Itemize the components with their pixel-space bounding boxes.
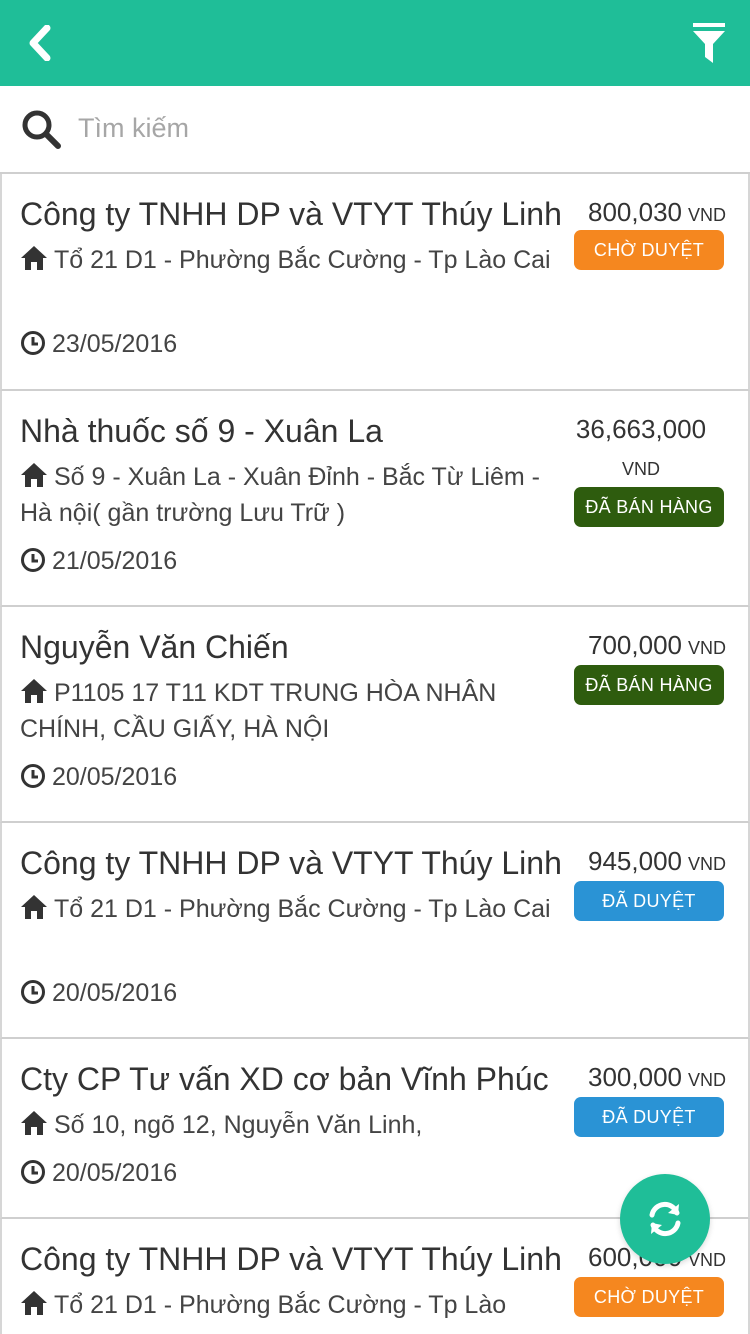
clock-icon — [20, 547, 46, 573]
home-icon — [20, 678, 48, 704]
amount-value: 800,030 — [588, 197, 682, 227]
chevron-left-icon — [29, 25, 51, 61]
address-text: Tổ 21 D1 - Phường Bắc Cường - Tp Lào Cai — [54, 246, 551, 274]
customer-address: Tổ 21 D1 - Phường Bắc Cường - Tp Lào Cai — [20, 242, 568, 278]
clock-icon — [20, 979, 46, 1005]
filter-button[interactable] — [686, 20, 732, 66]
customer-name: Công ty TNHH DP và VTYT Thúy Linh — [20, 845, 562, 881]
status-badge: CHỜ DUYỆT — [574, 230, 724, 270]
customer-address: Số 9 - Xuân La - Xuân Đỉnh - Bắc Từ Liêm… — [20, 459, 568, 531]
clock-icon — [20, 330, 46, 356]
status-badge: ĐÃ DUYỆT — [574, 1097, 724, 1137]
home-icon — [20, 894, 48, 920]
home-icon — [20, 462, 48, 488]
search-input[interactable] — [78, 100, 718, 156]
status-badge: ĐÃ BÁN HÀNG — [574, 665, 724, 705]
order-amount: 300,000 VND — [556, 1061, 726, 1096]
order-date: 21/05/2016 — [20, 543, 177, 579]
currency-label: VND — [621, 459, 660, 479]
filter-icon — [693, 23, 725, 63]
status-badge: ĐÃ BÁN HÀNG — [574, 487, 724, 527]
back-button[interactable] — [18, 22, 60, 64]
home-icon — [20, 1110, 48, 1136]
customer-address: P1105 17 T11 KDT TRUNG HÒA NHÂN CHÍNH, C… — [20, 675, 568, 747]
home-icon — [20, 1290, 48, 1316]
order-date: 20/05/2016 — [20, 1155, 177, 1191]
clock-icon — [20, 763, 46, 789]
amount-value: 300,000 — [588, 1062, 682, 1092]
order-list-item[interactable]: Công ty TNHH DP và VTYT Thúy Linh Tổ 21 D… — [0, 174, 750, 391]
order-list-item[interactable]: Nguyễn Văn Chiến P1105 17 T11 KDT TRUNG H… — [0, 607, 750, 823]
currency-label: VND — [687, 205, 726, 225]
address-text: Tổ 21 D1 - Phường Bắc Cường - Tp Lào Cai — [54, 895, 551, 923]
order-date: 23/05/2016 — [20, 326, 177, 362]
date-text: 20/05/2016 — [52, 1159, 178, 1187]
customer-address: Tổ 21 D1 - Phường Bắc Cường - Tp Lào — [20, 1287, 568, 1323]
order-amount: 945,000 VND — [556, 845, 726, 880]
home-icon — [20, 245, 48, 271]
currency-label: VND — [687, 854, 726, 874]
customer-name: Cty CP Tư vấn XD cơ bản Vĩnh Phúc — [20, 1061, 549, 1097]
status-badge: CHỜ DUYỆT — [574, 1277, 724, 1317]
date-text: 23/05/2016 — [52, 330, 178, 358]
customer-address: Số 10, ngõ 12, Nguyễn Văn Linh, — [20, 1107, 568, 1143]
date-text: 20/05/2016 — [52, 979, 178, 1007]
clock-icon — [20, 1159, 46, 1185]
customer-name: Công ty TNHH DP và VTYT Thúy Linh — [20, 1241, 562, 1277]
amount-value: 945,000 — [588, 846, 682, 876]
search-icon — [22, 110, 61, 149]
search-bar — [0, 86, 750, 174]
order-amount: 36,663,000 VND — [556, 413, 726, 485]
customer-name: Nhà thuốc số 9 - Xuân La — [20, 413, 383, 449]
order-amount: 800,030 VND — [556, 196, 726, 231]
status-badge: ĐÃ DUYỆT — [574, 881, 724, 921]
order-date: 20/05/2016 — [20, 759, 177, 795]
address-text: Số 10, ngõ 12, Nguyễn Văn Linh, — [54, 1111, 423, 1139]
order-date: 20/05/2016 — [20, 975, 177, 1011]
currency-label: VND — [687, 1070, 726, 1090]
customer-name: Nguyễn Văn Chiến — [20, 629, 289, 665]
currency-label: VND — [687, 638, 726, 658]
order-list-item[interactable]: Nhà thuốc số 9 - Xuân La Số 9 - Xuân La -… — [0, 391, 750, 607]
order-list-item[interactable]: Công ty TNHH DP và VTYT Thúy Linh Tổ 21 D… — [0, 823, 750, 1039]
address-text: P1105 17 T11 KDT TRUNG HÒA NHÂN CHÍNH, C… — [20, 679, 497, 743]
top-bar — [0, 0, 750, 86]
amount-value: 700,000 — [588, 630, 682, 660]
amount-value: 36,663,000 — [575, 414, 707, 444]
refresh-button[interactable] — [620, 1174, 710, 1264]
customer-name: Công ty TNHH DP và VTYT Thúy Linh — [20, 196, 562, 232]
date-text: 21/05/2016 — [52, 547, 178, 575]
order-list: Công ty TNHH DP và VTYT Thúy Linh Tổ 21 D… — [0, 174, 750, 1334]
customer-address: Tổ 21 D1 - Phường Bắc Cường - Tp Lào Cai — [20, 891, 568, 927]
order-amount: 700,000 VND — [556, 629, 726, 664]
address-text: Số 9 - Xuân La - Xuân Đỉnh - Bắc Từ Liêm… — [20, 463, 540, 527]
refresh-icon — [649, 1201, 681, 1237]
date-text: 20/05/2016 — [52, 763, 178, 791]
address-text: Tổ 21 D1 - Phường Bắc Cường - Tp Lào — [54, 1291, 507, 1319]
app-screen: Công ty TNHH DP và VTYT Thúy Linh Tổ 21 D… — [0, 0, 750, 1334]
